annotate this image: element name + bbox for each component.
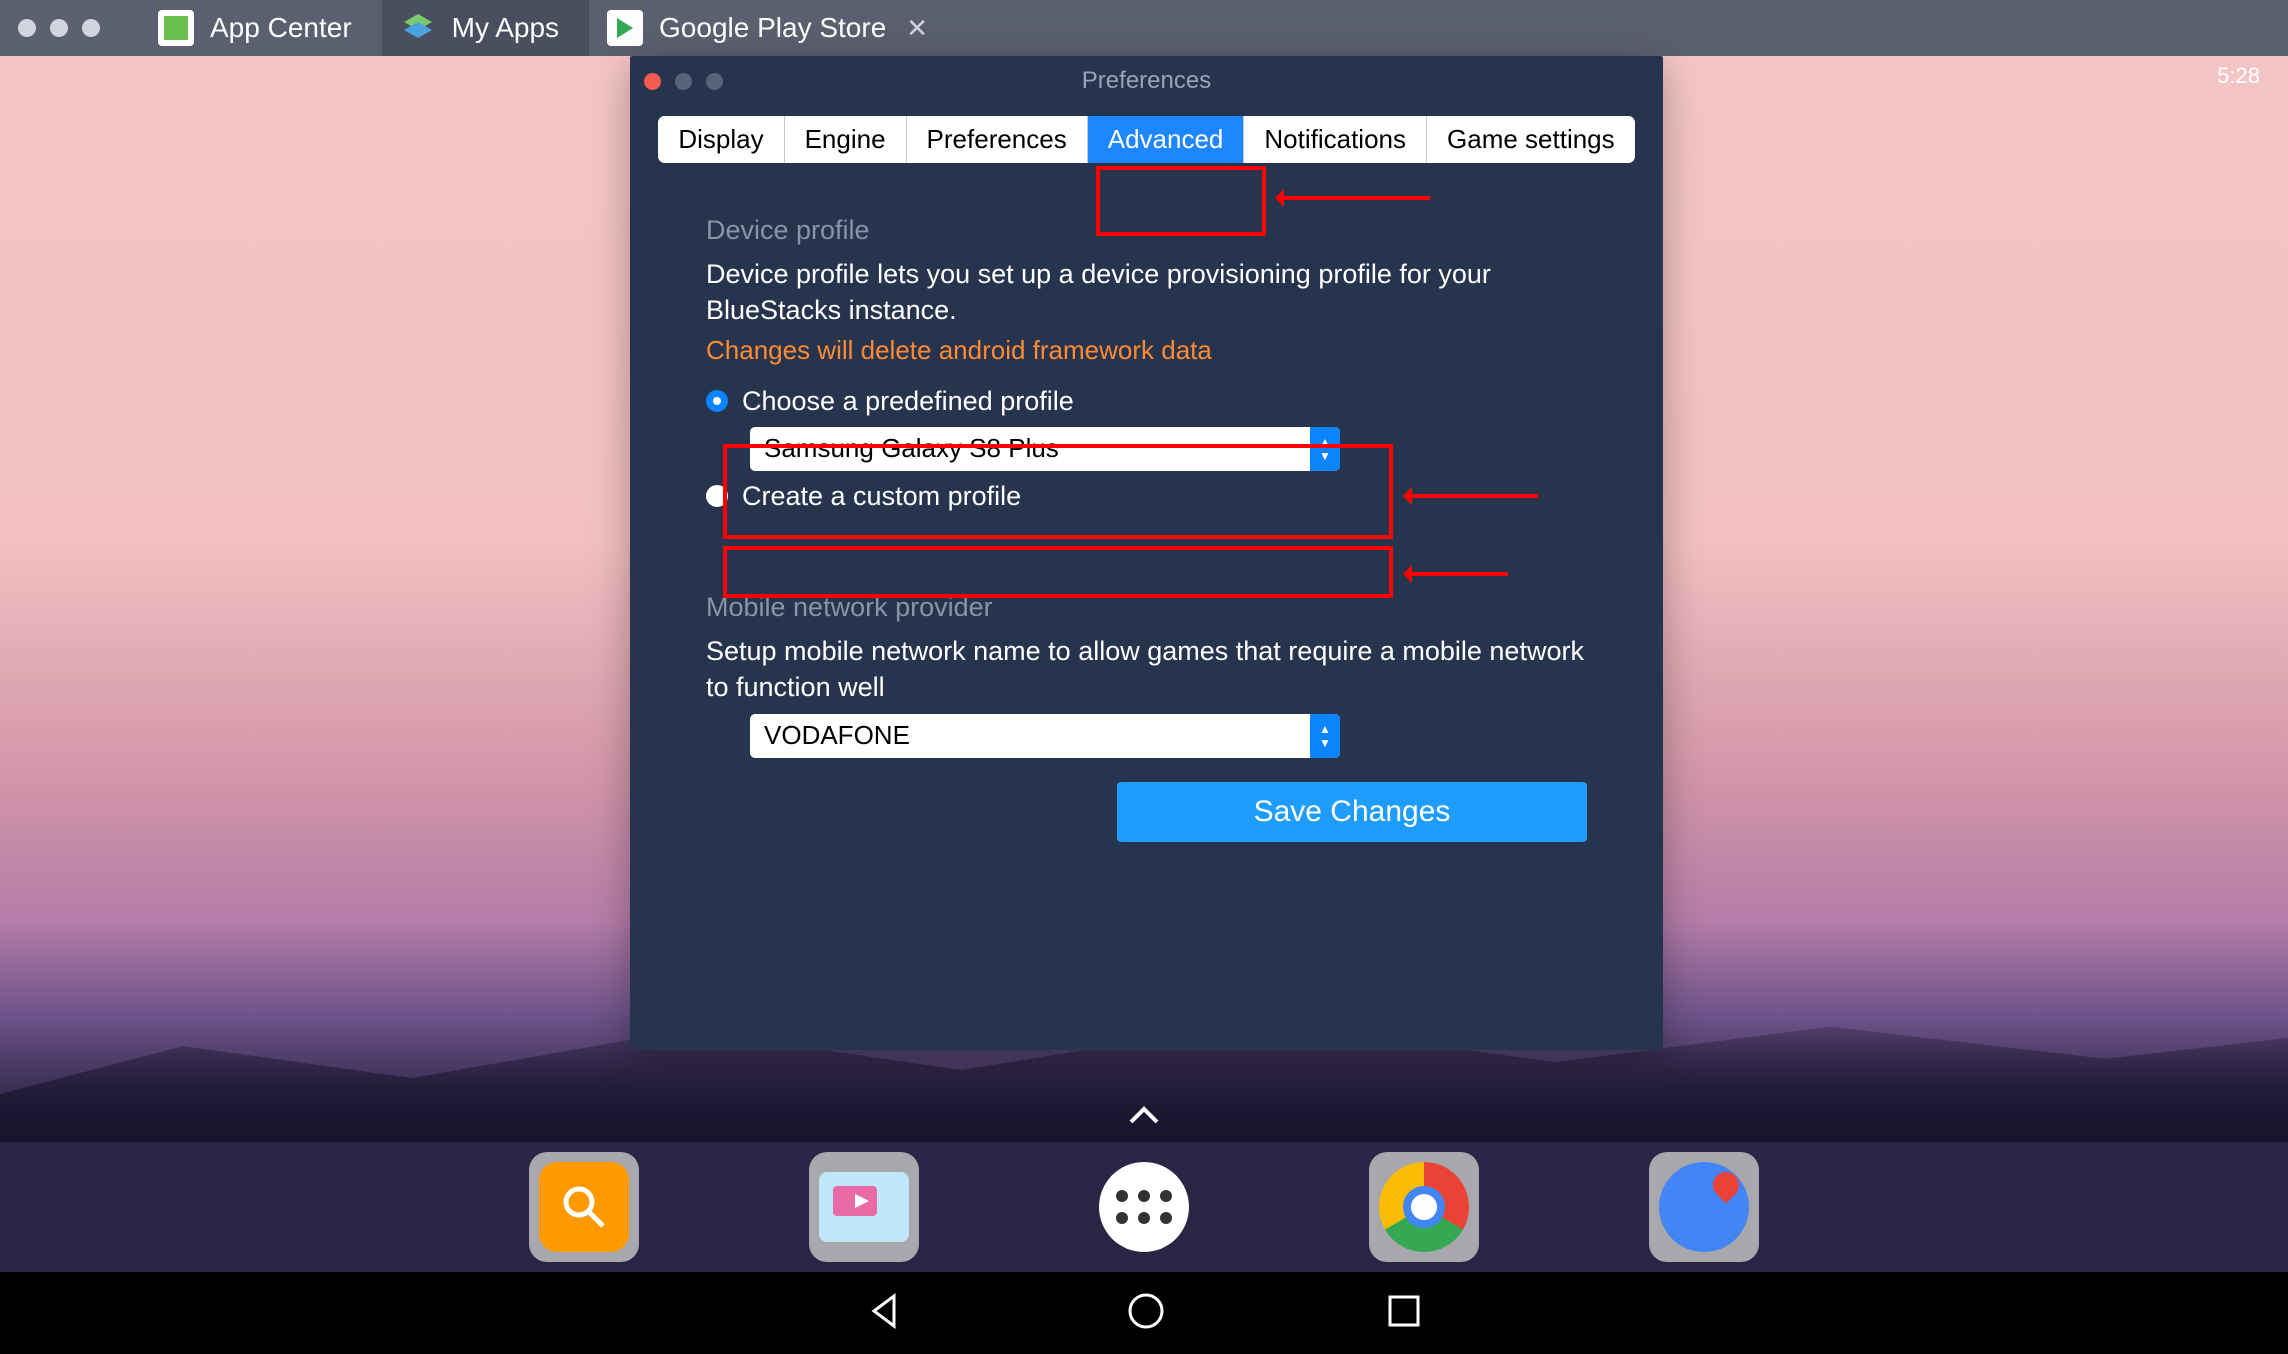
tab-advanced[interactable]: Advanced: [1088, 116, 1245, 163]
annotation-arrow: [1280, 196, 1430, 200]
chevron-up-icon[interactable]: [1129, 1098, 1159, 1132]
radio-label: Choose a predefined profile: [742, 386, 1074, 417]
titlebar: App Center My Apps Google Play Store ✕: [0, 0, 2288, 56]
android-navbar: [0, 1272, 2288, 1354]
close-icon[interactable]: ✕: [906, 13, 928, 44]
dropdown-value: VODAFONE: [764, 720, 910, 751]
tab-google-play[interactable]: Google Play Store ✕: [589, 0, 958, 56]
chrome-icon: [1379, 1162, 1469, 1252]
zoom-icon[interactable]: [706, 73, 723, 90]
close-dot[interactable]: [18, 19, 36, 37]
tab-my-apps[interactable]: My Apps: [382, 0, 589, 56]
appcenter-icon: [158, 10, 194, 46]
status-time: 5:28: [2217, 63, 2260, 88]
dock: [0, 1142, 2288, 1272]
tab-display[interactable]: Display: [658, 116, 784, 163]
network-description: Setup mobile network name to allow games…: [706, 633, 1587, 706]
myapps-icon: [400, 10, 436, 46]
annotation-arrow: [1408, 494, 1538, 498]
zoom-dot[interactable]: [82, 19, 100, 37]
close-icon[interactable]: [644, 73, 661, 90]
apps-grid-icon: [1099, 1162, 1189, 1252]
preferences-titlebar: Preferences: [630, 56, 1663, 106]
maps-icon: [1659, 1162, 1749, 1252]
dock-app-search[interactable]: [529, 1152, 639, 1262]
tab-app-center[interactable]: App Center: [140, 0, 382, 56]
folder-icon: [819, 1172, 909, 1242]
play-store-icon: [607, 10, 643, 46]
radio-icon[interactable]: [706, 390, 728, 412]
minimize-icon[interactable]: [675, 73, 692, 90]
search-icon: [539, 1162, 629, 1252]
device-profile-description: Device profile lets you set up a device …: [706, 256, 1587, 329]
annotation-arrow: [1408, 572, 1508, 576]
tab-preferences[interactable]: Preferences: [907, 116, 1088, 163]
back-icon[interactable]: [866, 1291, 906, 1336]
radio-predefined-profile[interactable]: Choose a predefined profile: [706, 386, 1587, 417]
dock-app-chrome[interactable]: [1369, 1152, 1479, 1262]
tab-game-settings[interactable]: Game settings: [1427, 116, 1635, 163]
recents-icon[interactable]: [1386, 1293, 1422, 1334]
preferences-window: Preferences Display Engine Preferences A…: [630, 56, 1663, 1050]
annotation-box: [723, 546, 1393, 598]
annotation-box: [723, 444, 1393, 539]
network-dropdown[interactable]: VODAFONE ▲▼: [750, 714, 1340, 758]
home-icon[interactable]: [1126, 1291, 1166, 1336]
chevron-updown-icon[interactable]: ▲▼: [1310, 714, 1340, 758]
dock-app-all-apps[interactable]: [1089, 1152, 1199, 1262]
preferences-title: Preferences: [1082, 67, 1211, 95]
preferences-tabbar: Display Engine Preferences Advanced Noti…: [658, 116, 1634, 163]
annotation-box: [1096, 166, 1266, 236]
device-profile-warning: Changes will delete android framework da…: [706, 335, 1587, 366]
tab-label: Google Play Store: [659, 12, 886, 44]
minimize-dot[interactable]: [50, 19, 68, 37]
window-traffic-lights[interactable]: [18, 19, 100, 37]
tab-label: App Center: [210, 12, 352, 44]
dock-app-maps[interactable]: [1649, 1152, 1759, 1262]
tab-engine[interactable]: Engine: [785, 116, 907, 163]
tab-label: My Apps: [452, 12, 559, 44]
dock-app-media[interactable]: [809, 1152, 919, 1262]
save-changes-button[interactable]: Save Changes: [1117, 782, 1587, 842]
tab-notifications[interactable]: Notifications: [1244, 116, 1427, 163]
